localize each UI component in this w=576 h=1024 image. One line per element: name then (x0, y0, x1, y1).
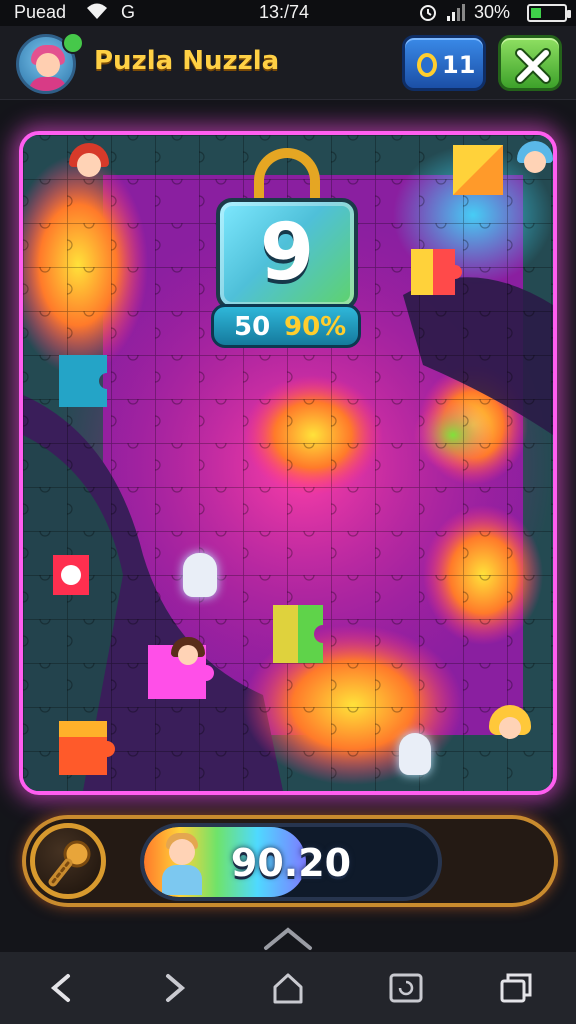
windows-icon[interactable] (498, 970, 534, 1006)
character-blonde (489, 705, 531, 747)
alarm-icon (418, 2, 438, 22)
clock: 13:/74 (259, 2, 310, 22)
score-value: 90.20 (230, 841, 352, 885)
lock-body: 9 (216, 198, 358, 310)
chevron-up-icon[interactable] (262, 926, 314, 952)
character-brunette (171, 637, 205, 671)
back-icon[interactable] (44, 970, 80, 1006)
character-redhead (67, 143, 111, 187)
bottom-hud: 90.20 (22, 815, 558, 907)
coin-counter-button[interactable]: 11 (402, 35, 486, 91)
character-blue-hair (515, 141, 553, 181)
character-ghost-small (399, 733, 431, 775)
network-label: G (121, 2, 136, 22)
battery-label: 30% (474, 2, 511, 22)
level-number: 9 (259, 208, 315, 298)
close-button[interactable] (498, 35, 562, 91)
forward-icon[interactable] (156, 970, 192, 1006)
magnifier-button[interactable] (30, 823, 106, 899)
battery-icon (527, 4, 571, 22)
score-progress-bar: 90.20 (140, 823, 442, 901)
game-header: Puzla Nuzzla 11 (0, 26, 576, 100)
system-nav-bar (0, 952, 576, 1024)
home-icon[interactable] (270, 970, 306, 1006)
character-ghost (183, 553, 217, 597)
coin-icon (417, 53, 437, 77)
wifi-icon (86, 2, 108, 20)
magnifier-icon (48, 840, 91, 887)
pill-count: 50 (234, 312, 271, 342)
level-lock[interactable]: 9 50 90% (206, 148, 366, 358)
pill-percent: 90% (284, 312, 347, 342)
coin-count: 11 (442, 51, 476, 79)
signal-icon (446, 2, 468, 22)
close-icon (515, 48, 551, 84)
tabs-icon[interactable] (388, 970, 424, 1006)
lock-progress-pill: 50 90% (211, 304, 361, 348)
status-bar: Puead G 13:/74 30% (0, 0, 576, 26)
carrier-label: Puead (14, 2, 67, 22)
online-badge-icon (62, 32, 84, 54)
game-title: Puzla Nuzzla (94, 46, 280, 76)
